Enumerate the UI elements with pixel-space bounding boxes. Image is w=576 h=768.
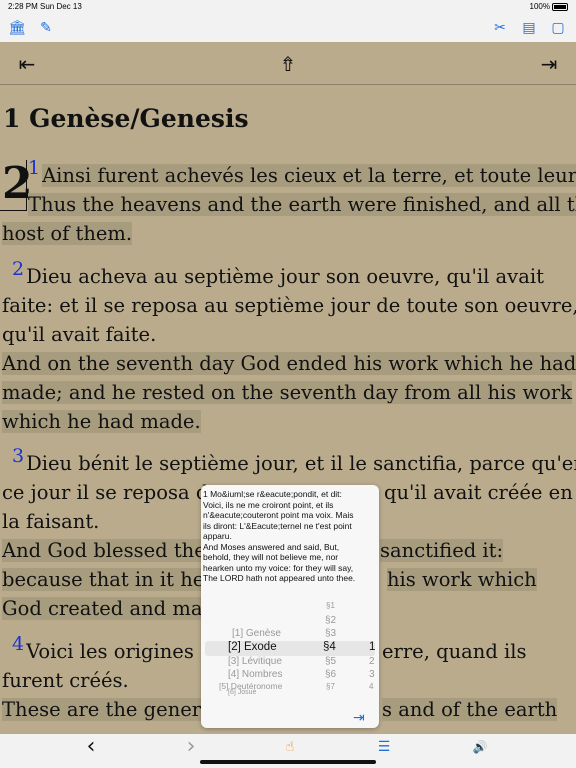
verse-line[interactable]: which he had made. [2,410,201,433]
book-section-verse-picker[interactable]: [1] Genèse [2] Exode [3] Lévitique [4] N… [201,601,379,696]
section-wheel[interactable]: §1 §2 §3 §4 §5 §6 §7 [321,601,343,695]
verse-line[interactable]: sanctified it: [380,539,504,562]
list-icon[interactable]: ☰ [373,736,395,758]
picker-section[interactable]: §3 [325,628,336,639]
audio-icon[interactable]: 🔊 [469,736,491,758]
verse-line[interactable]: And God blessed the [2,539,206,562]
status-bar: 2:28 PM Sun Dec 13 100% [0,0,576,14]
picker-verse[interactable]: 2 [369,656,375,667]
picker-section[interactable]: §1 [326,601,335,610]
picker-book[interactable]: [6] Josué [228,689,256,696]
go-to-verse-button[interactable]: ⇥ [353,710,365,726]
library-icon[interactable]: 🏛 [8,19,26,37]
book-title: 1 Genèse/Genesis [3,104,249,133]
verse-line[interactable]: qu'il avait faite. [2,323,156,346]
verse-number[interactable]: 1 [28,157,40,179]
picker-verse[interactable]: 3 [369,669,375,680]
picker-book[interactable]: [4] Nombres [228,669,282,680]
picker-section[interactable]: §7 [326,682,335,691]
forward-icon[interactable]: › [180,736,202,758]
verse-line[interactable]: And on the seventh day God ended his wor… [2,352,576,375]
book-info-icon[interactable]: ▤ [520,19,538,37]
verse-line[interactable]: because that in it he [2,568,205,591]
verse-line[interactable]: qu'il avait créée en [384,481,573,504]
picker-book-selected[interactable]: [2] Exode [228,641,277,653]
verse-line[interactable]: God created and mad [2,597,215,620]
verse-line[interactable]: These are the genera [2,698,213,721]
first-chapter-button[interactable]: ⇤ [15,52,39,76]
status-battery: 100% [530,2,568,11]
verse-line[interactable]: 4 Voici les origines [12,633,194,663]
verse-line[interactable]: furent créés. [2,669,129,692]
verse-line[interactable]: s and of the earth [382,698,558,721]
edit-icon[interactable]: ✎ [37,19,55,37]
verse-line[interactable]: faite: et il se reposa au septième jour … [2,294,576,317]
verse-line[interactable]: ce jour il se reposa d [2,481,208,504]
up-button[interactable]: ⇮ [276,52,300,76]
verse-line[interactable]: erre, quand ils [382,640,527,663]
status-time: 2:28 PM [8,2,38,11]
verse-line[interactable]: made; and he rested on the seventh day f… [2,381,573,404]
picker-book[interactable]: [1] Genèse [232,628,281,639]
home-indicator [200,760,376,764]
picker-section[interactable]: §5 [325,656,336,667]
picker-book[interactable]: [3] Lévitique [228,656,282,667]
verse-line[interactable]: 2 Dieu acheva au septième jour son oeuvre… [12,258,544,288]
verse-line[interactable]: 3 Dieu bénit le septième jour, et il le s… [12,445,576,475]
tools-icon[interactable]: ✂ [491,19,509,37]
verse-picker-popup: 1 Mo&iuml;se r&eacute;pondit, et dit: Vo… [201,485,379,728]
picker-section-selected[interactable]: §4 [323,641,336,653]
back-icon[interactable]: ‹ [80,736,102,758]
verse-number[interactable]: 4 [12,633,24,655]
book-wheel[interactable]: [1] Genèse [2] Exode [3] Lévitique [4] N… [201,603,321,696]
verse-line[interactable]: la faisant. [2,510,99,533]
last-chapter-button[interactable]: ⇥ [537,52,561,76]
page-icon[interactable]: ▢ [549,19,567,37]
verse-line[interactable]: 1 Ainsi furent achevés les cieux et la te… [28,157,576,187]
touch-icon[interactable]: ☝ [279,736,301,758]
status-date: Sun Dec 13 [40,2,82,11]
battery-icon [552,2,568,11]
navigation-bar: ⇤ ⇮ ⇥ [0,42,576,85]
verse-line[interactable]: Thus the heavens and the earth were fini… [28,193,576,216]
verse-line[interactable]: his work which [387,568,537,591]
picker-section[interactable]: §2 [325,615,336,626]
verse-number[interactable]: 2 [12,258,24,280]
picker-verse[interactable]: 4 [369,682,373,691]
picker-section[interactable]: §6 [325,669,336,680]
preview-text: 1 Mo&iuml;se r&eacute;pondit, et dit: Vo… [203,489,356,583]
verse-wheel[interactable]: 1 2 3 4 [361,603,379,695]
verse-line[interactable]: host of them. [2,222,133,245]
top-toolbar: 🏛 ✎ ✂ ▤ ▢ [0,14,576,42]
verse-number[interactable]: 3 [12,445,24,467]
picker-verse-selected[interactable]: 1 [369,641,375,653]
